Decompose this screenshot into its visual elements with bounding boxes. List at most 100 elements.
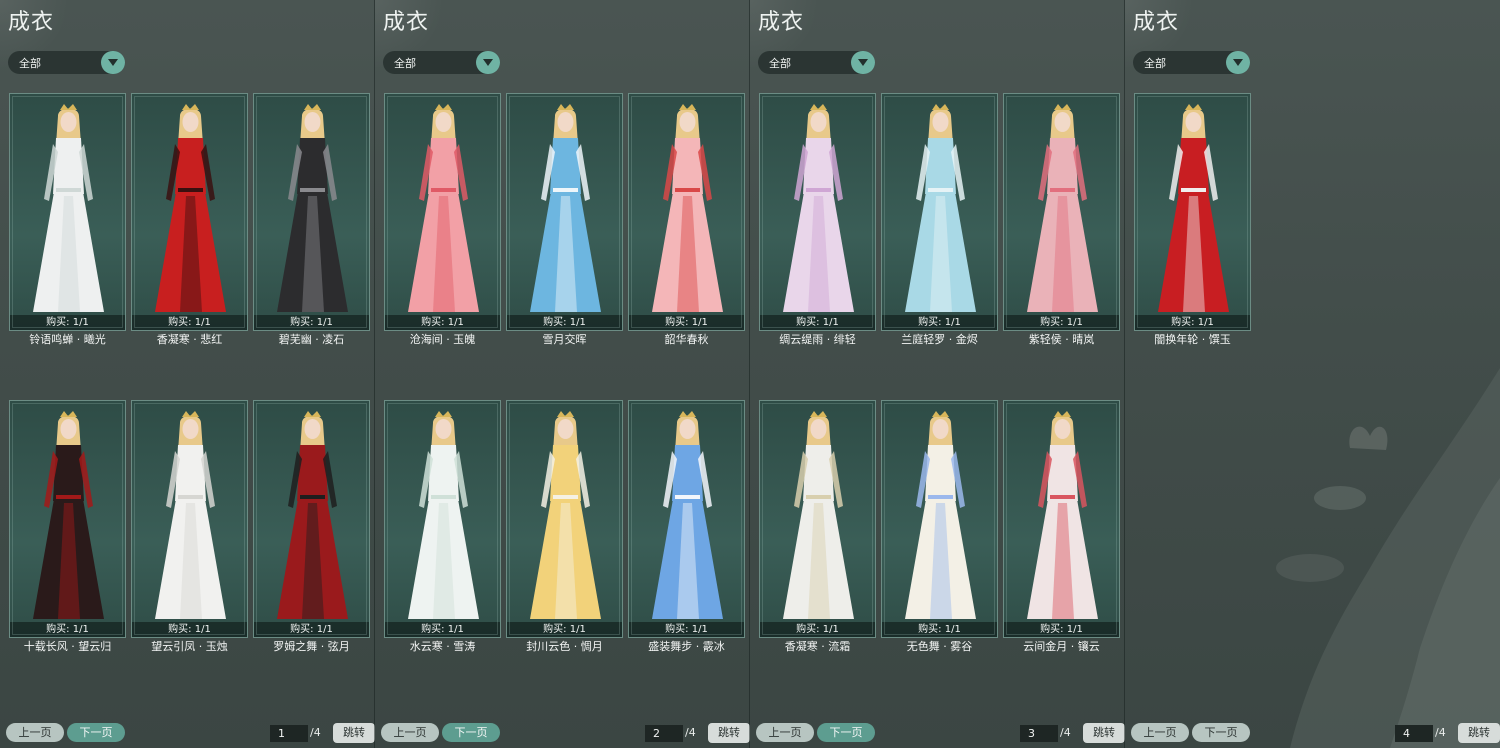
character-figure <box>530 104 601 312</box>
page-total: /4 <box>310 726 321 739</box>
outfit-preview-frame[interactable]: 购买: 1/1 <box>253 93 370 331</box>
category-filter-dropdown[interactable]: 全部 <box>383 51 500 74</box>
jump-button[interactable]: 跳转 <box>1083 723 1125 743</box>
outfit-card[interactable]: 购买: 1/1 水云寒 · 雪涛 <box>384 400 501 667</box>
character-figure <box>33 411 104 619</box>
outfit-card[interactable]: 购买: 1/1 紫轻侯 · 晴岚 <box>1003 93 1120 360</box>
outfit-name: 绸云缇雨 · 绯轻 <box>779 333 856 346</box>
outfit-preview-frame[interactable]: 购买: 1/1 <box>881 400 998 638</box>
jump-button[interactable]: 跳转 <box>333 723 375 743</box>
page-number-input[interactable]: 2 <box>645 725 683 742</box>
outfit-grid: 购买: 1/1 绸云缇雨 · 绯轻 购买: 1/1 兰庭轻罗 · 金烬 购买: 1/1 紫… <box>759 93 1120 667</box>
character-figure <box>1158 104 1229 312</box>
character-figure <box>277 411 348 619</box>
page-number-input[interactable]: 1 <box>270 725 308 742</box>
outfit-preview-frame[interactable]: 购买: 1/1 <box>9 93 126 331</box>
chevron-down-icon[interactable] <box>851 51 875 74</box>
purchase-limit-label: 购买: 1/1 <box>882 622 997 637</box>
outfit-preview-frame[interactable]: 购买: 1/1 <box>759 93 876 331</box>
outfit-preview-frame[interactable]: 购买: 1/1 <box>384 400 501 638</box>
outfit-card[interactable]: 购买: 1/1 云间金月 · 镶云 <box>1003 400 1120 667</box>
page-number-input[interactable]: 3 <box>1020 725 1058 742</box>
outfit-name: 无色舞 · 雾谷 <box>906 640 973 653</box>
outfit-preview-frame[interactable]: 购买: 1/1 <box>384 93 501 331</box>
outfit-card[interactable]: 购买: 1/1 碧芜幽 · 凌石 <box>253 93 370 360</box>
outfit-name: 碧芜幽 · 凌石 <box>278 333 345 346</box>
outfit-preview-frame[interactable]: 购买: 1/1 <box>9 400 126 638</box>
outfit-name: 香凝寒 · 悲红 <box>156 333 223 346</box>
outfit-preview-frame[interactable]: 购买: 1/1 <box>131 93 248 331</box>
outfit-preview-frame[interactable]: 购买: 1/1 <box>1134 93 1251 331</box>
next-page-button[interactable]: 下一页 <box>442 723 500 742</box>
category-filter-dropdown[interactable]: 全部 <box>8 51 125 74</box>
outfit-preview-frame[interactable]: 购买: 1/1 <box>759 400 876 638</box>
page-number-input[interactable]: 4 <box>1395 725 1433 742</box>
outfit-name: 罗姆之舞 · 弦月 <box>273 640 350 653</box>
purchase-limit-label: 购买: 1/1 <box>385 315 500 330</box>
outfit-preview-frame[interactable]: 购买: 1/1 <box>506 400 623 638</box>
chevron-down-icon[interactable] <box>101 51 125 74</box>
outfit-card[interactable]: 购买: 1/1 封川云色 · 惆月 <box>506 400 623 667</box>
page-total: /4 <box>1060 726 1071 739</box>
outfit-card[interactable]: 购买: 1/1 望云引凤 · 玉烛 <box>131 400 248 667</box>
character-figure <box>155 104 226 312</box>
character-figure <box>530 411 601 619</box>
category-filter-dropdown[interactable]: 全部 <box>758 51 875 74</box>
outfit-card[interactable]: 购买: 1/1 十载长风 · 望云归 <box>9 400 126 667</box>
outfit-preview-frame[interactable]: 购买: 1/1 <box>1003 93 1120 331</box>
outfit-card[interactable]: 购买: 1/1 沧海间 · 玉魄 <box>384 93 501 360</box>
character-figure <box>905 411 976 619</box>
outfit-card[interactable]: 购买: 1/1 韶华春秋 <box>628 93 745 360</box>
jump-button[interactable]: 跳转 <box>1458 723 1500 743</box>
filter-label: 全部 <box>1144 56 1166 70</box>
outfit-preview-frame[interactable]: 购买: 1/1 <box>506 93 623 331</box>
outfit-card[interactable]: 购买: 1/1 无色舞 · 雾谷 <box>881 400 998 667</box>
character-figure <box>155 411 226 619</box>
purchase-limit-label: 购买: 1/1 <box>132 315 247 330</box>
character-figure <box>277 104 348 312</box>
category-filter-dropdown[interactable]: 全部 <box>1133 51 1250 74</box>
page-total: /4 <box>685 726 696 739</box>
purchase-limit-label: 购买: 1/1 <box>10 315 125 330</box>
outfit-card[interactable]: 购买: 1/1 香凝寒 · 悲红 <box>131 93 248 360</box>
prev-page-button[interactable]: 上一页 <box>1131 723 1189 742</box>
outfit-preview-frame[interactable]: 购买: 1/1 <box>131 400 248 638</box>
panel-title: 成衣 <box>1133 10 1180 35</box>
outfit-name: 韶华春秋 <box>664 333 709 346</box>
outfit-card[interactable]: 购买: 1/1 铃语鸣蝉 · 曦光 <box>9 93 126 360</box>
outfit-card[interactable]: 购买: 1/1 绸云缇雨 · 绯轻 <box>759 93 876 360</box>
character-figure <box>783 104 854 312</box>
character-figure <box>652 104 723 312</box>
chevron-down-icon[interactable] <box>476 51 500 74</box>
prev-page-button[interactable]: 上一页 <box>381 723 439 742</box>
character-figure <box>1027 411 1098 619</box>
outfit-name: 雪月交晖 <box>542 333 587 346</box>
outfit-preview-frame[interactable]: 购买: 1/1 <box>628 400 745 638</box>
purchase-limit-label: 购买: 1/1 <box>10 622 125 637</box>
outfit-card[interactable]: 购买: 1/1 兰庭轻罗 · 金烬 <box>881 93 998 360</box>
purchase-limit-label: 购买: 1/1 <box>1135 315 1250 330</box>
outfit-preview-frame[interactable]: 购买: 1/1 <box>881 93 998 331</box>
outfit-name: 十载长风 · 望云归 <box>23 640 112 653</box>
prev-page-button[interactable]: 上一页 <box>6 723 64 742</box>
outfit-name: 沧海间 · 玉魄 <box>409 333 476 346</box>
outfit-card[interactable]: 购买: 1/1 闇换年轮 · 馔玉 <box>1134 93 1251 360</box>
outfit-card[interactable]: 购买: 1/1 盛装舞步 · 霰冰 <box>628 400 745 667</box>
panel-title: 成衣 <box>758 10 805 35</box>
prev-page-button[interactable]: 上一页 <box>756 723 814 742</box>
outfit-card[interactable]: 购买: 1/1 罗姆之舞 · 弦月 <box>253 400 370 667</box>
next-page-button[interactable]: 下一页 <box>817 723 875 742</box>
character-figure <box>905 104 976 312</box>
next-page-button[interactable]: 下一页 <box>1192 723 1250 742</box>
jump-button[interactable]: 跳转 <box>708 723 750 743</box>
shop-panel-2: 成衣 全部 购买: 1/1 沧海间 · 玉魄 购买: 1/1 雪月交晖 购买: 1/1 韶… <box>375 0 750 748</box>
outfit-preview-frame[interactable]: 购买: 1/1 <box>628 93 745 331</box>
next-page-button[interactable]: 下一页 <box>67 723 125 742</box>
chevron-down-icon[interactable] <box>1226 51 1250 74</box>
outfit-card[interactable]: 购买: 1/1 香凝寒 · 流霜 <box>759 400 876 667</box>
outfit-grid: 购买: 1/1 闇换年轮 · 馔玉 <box>1134 93 1495 360</box>
outfit-preview-frame[interactable]: 购买: 1/1 <box>1003 400 1120 638</box>
character-figure <box>652 411 723 619</box>
outfit-card[interactable]: 购买: 1/1 雪月交晖 <box>506 93 623 360</box>
outfit-preview-frame[interactable]: 购买: 1/1 <box>253 400 370 638</box>
